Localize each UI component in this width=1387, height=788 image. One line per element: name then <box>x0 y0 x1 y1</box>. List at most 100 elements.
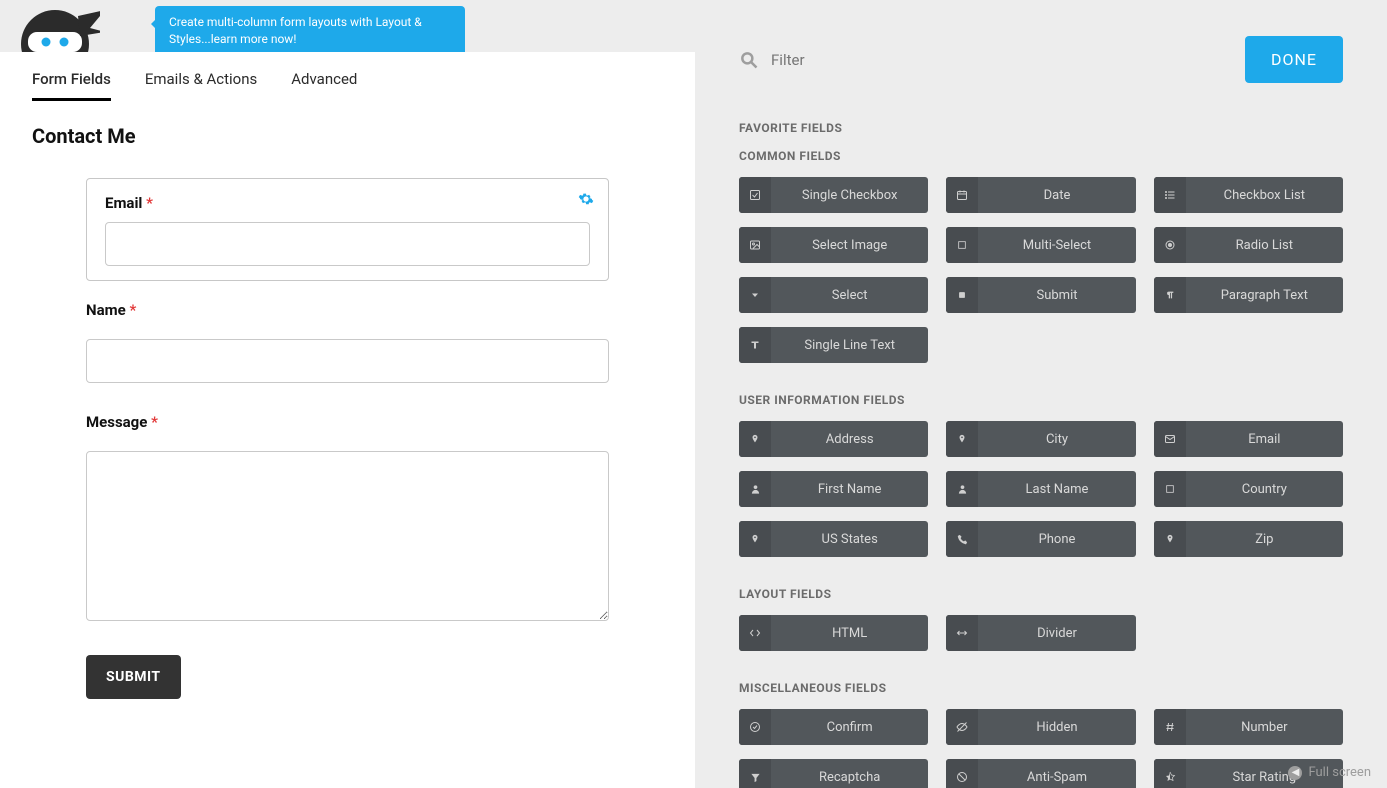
ban-icon <box>946 759 978 788</box>
chip-label: Single Checkbox <box>771 177 928 213</box>
user-icon <box>946 471 978 507</box>
calendar-icon <box>946 177 978 213</box>
text-icon <box>739 327 771 363</box>
section-layout-title: LAYOUT FIELDS <box>739 587 1343 601</box>
phone-icon <box>946 521 978 557</box>
field-paragraph-text[interactable]: Paragraph Text <box>1154 277 1343 313</box>
pin-icon <box>1154 521 1186 557</box>
field-hidden[interactable]: Hidden <box>946 709 1135 745</box>
chip-label: Phone <box>978 521 1135 557</box>
tab-advanced[interactable]: Advanced <box>291 70 357 101</box>
field-select[interactable]: Select <box>739 277 928 313</box>
chip-label: Select Image <box>771 227 928 263</box>
promo-text: Create multi-column form layouts with La… <box>169 15 422 46</box>
chip-label: Address <box>771 421 928 457</box>
gear-icon[interactable] <box>578 191 594 207</box>
search-icon <box>739 50 759 70</box>
chip-label: Anti-Spam <box>978 759 1135 788</box>
square-icon <box>1154 471 1186 507</box>
field-single-line-text[interactable]: Single Line Text <box>739 327 928 363</box>
section-favorite-title: FAVORITE FIELDS <box>739 121 1343 135</box>
field-palette-panel: DONE FAVORITE FIELDS COMMON FIELDS Singl… <box>695 0 1387 788</box>
field-first-name[interactable]: First Name <box>739 471 928 507</box>
field-us-states[interactable]: US States <box>739 521 928 557</box>
pin-icon <box>946 421 978 457</box>
message-label: Message * <box>86 413 609 431</box>
chip-label: Recaptcha <box>771 759 928 788</box>
chip-label: Radio List <box>1186 227 1343 263</box>
chip-label: Checkbox List <box>1186 177 1343 213</box>
field-address[interactable]: Address <box>739 421 928 457</box>
chip-label: Zip <box>1186 521 1343 557</box>
field-checkbox-list[interactable]: Checkbox List <box>1154 177 1343 213</box>
star-half-icon <box>1154 759 1186 788</box>
name-label: Name * <box>86 301 609 319</box>
field-divider[interactable]: Divider <box>946 615 1135 651</box>
section-user-title: USER INFORMATION FIELDS <box>739 393 1343 407</box>
field-submit[interactable]: Submit <box>946 277 1135 313</box>
paragraph-icon <box>1154 277 1186 313</box>
hash-icon <box>1154 709 1186 745</box>
done-button[interactable]: DONE <box>1245 36 1343 83</box>
chip-label: Country <box>1186 471 1343 507</box>
chip-label: Paragraph Text <box>1186 277 1343 313</box>
check-circle-icon <box>739 709 771 745</box>
misc-fields-grid: ConfirmHiddenNumberRecaptchaAnti-SpamSta… <box>739 709 1343 788</box>
arrows-h-icon <box>946 615 978 651</box>
field-multi-select[interactable]: Multi-Select <box>946 227 1135 263</box>
check-icon <box>739 177 771 213</box>
user-icon <box>739 471 771 507</box>
chip-label: HTML <box>771 615 928 651</box>
filter-input[interactable] <box>771 51 971 69</box>
code-icon <box>739 615 771 651</box>
list-icon <box>1154 177 1186 213</box>
logo <box>10 0 100 52</box>
field-email-card[interactable]: Email * <box>86 178 609 281</box>
form-builder-panel: Form Fields Emails & Actions Advanced Co… <box>0 52 695 788</box>
radio-icon <box>1154 227 1186 263</box>
message-input[interactable] <box>86 451 609 621</box>
field-country[interactable]: Country <box>1154 471 1343 507</box>
fullscreen-toggle[interactable]: ◀ Full screen <box>1288 765 1371 780</box>
field-city[interactable]: City <box>946 421 1135 457</box>
field-html[interactable]: HTML <box>739 615 928 651</box>
tab-emails-actions[interactable]: Emails & Actions <box>145 70 257 101</box>
submit-button[interactable]: SUBMIT <box>86 655 181 699</box>
chip-label: Last Name <box>978 471 1135 507</box>
chip-label: Select <box>771 277 928 313</box>
field-anti-spam[interactable]: Anti-Spam <box>946 759 1135 788</box>
chip-label: Multi-Select <box>978 227 1135 263</box>
filter-icon <box>739 759 771 788</box>
fullscreen-label: Full screen <box>1308 765 1371 780</box>
chip-label: Hidden <box>978 709 1135 745</box>
field-date[interactable]: Date <box>946 177 1135 213</box>
field-recaptcha[interactable]: Recaptcha <box>739 759 928 788</box>
field-message[interactable]: Message * <box>86 413 609 625</box>
chip-label: Confirm <box>771 709 928 745</box>
chip-label: Submit <box>978 277 1135 313</box>
builder-tabs: Form Fields Emails & Actions Advanced <box>32 70 663 102</box>
email-input[interactable] <box>105 222 590 266</box>
field-number[interactable]: Number <box>1154 709 1343 745</box>
field-select-image[interactable]: Select Image <box>739 227 928 263</box>
field-last-name[interactable]: Last Name <box>946 471 1135 507</box>
field-name[interactable]: Name * <box>86 301 609 383</box>
field-email[interactable]: Email <box>1154 421 1343 457</box>
field-single-checkbox[interactable]: Single Checkbox <box>739 177 928 213</box>
tab-form-fields[interactable]: Form Fields <box>32 70 111 101</box>
chip-label: First Name <box>771 471 928 507</box>
field-zip[interactable]: Zip <box>1154 521 1343 557</box>
field-confirm[interactable]: Confirm <box>739 709 928 745</box>
promo-tooltip[interactable]: Create multi-column form layouts with La… <box>155 6 465 56</box>
envelope-icon <box>1154 421 1186 457</box>
field-radio-list[interactable]: Radio List <box>1154 227 1343 263</box>
field-phone[interactable]: Phone <box>946 521 1135 557</box>
email-label: Email * <box>105 194 153 212</box>
chevron-down-icon <box>739 277 771 313</box>
name-input[interactable] <box>86 339 609 383</box>
chip-label: Number <box>1186 709 1343 745</box>
expand-icon: ◀ <box>1288 766 1302 780</box>
square-icon <box>946 227 978 263</box>
chip-label: Email <box>1186 421 1343 457</box>
user-fields-grid: Address City Email First Name Last Name Count… <box>739 421 1343 557</box>
